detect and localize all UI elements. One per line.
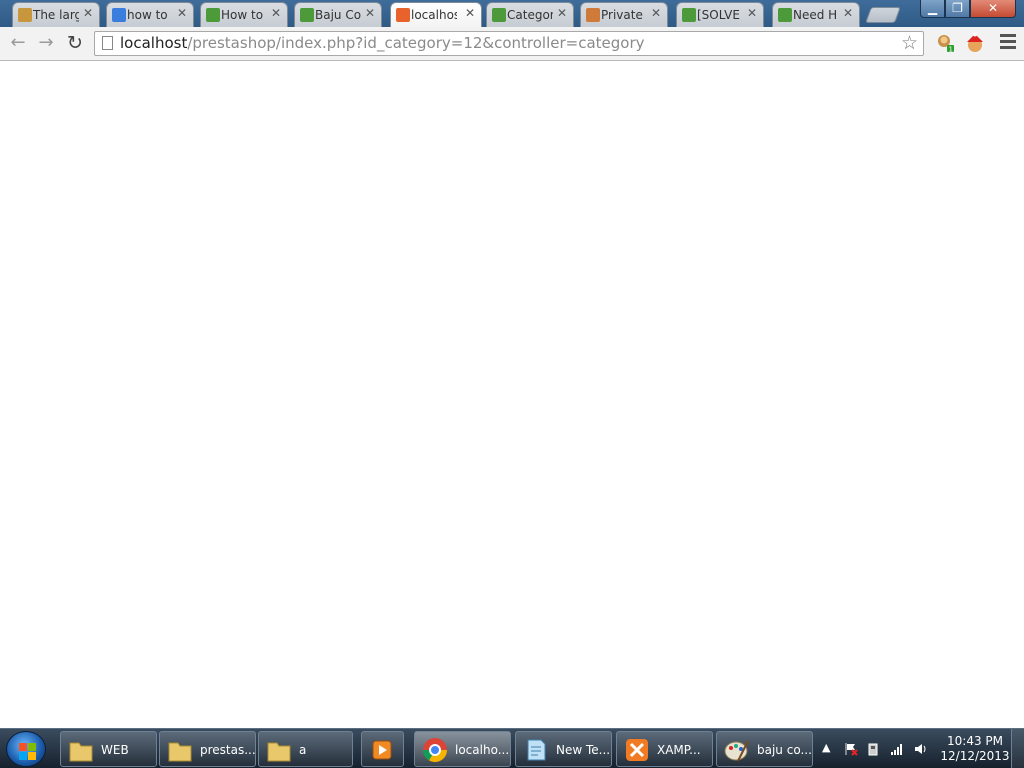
- extension-icon[interactable]: [964, 32, 986, 54]
- paint-icon: [724, 740, 749, 762]
- bookmark-star-icon[interactable]: ☆: [901, 32, 918, 55]
- tab-title: localhos: [411, 8, 457, 22]
- taskbar-item-xampp[interactable]: XAMP...: [616, 731, 713, 767]
- close-icon[interactable]: ✕: [843, 6, 853, 20]
- close-icon[interactable]: ✕: [83, 6, 93, 20]
- svg-text:1: 1: [949, 46, 953, 54]
- prestashop-icon: [300, 8, 314, 22]
- system-tray: ▲ 10:43 PM 12/12/2013: [818, 729, 1024, 768]
- show-hidden-icons-button[interactable]: ▲: [822, 741, 830, 754]
- page-content: [0, 62, 1024, 728]
- taskbar-item-chrome[interactable]: localho...: [414, 731, 511, 767]
- volume-icon[interactable]: [914, 742, 928, 756]
- close-icon[interactable]: ✕: [747, 6, 757, 20]
- taskbar-label: a: [299, 743, 307, 757]
- screen: The larg ✕ how to ✕ How to ✕ Baju Co ✕ l…: [0, 0, 1024, 768]
- back-button[interactable]: ←: [5, 31, 31, 55]
- taskbar-label: prestas...: [200, 743, 256, 757]
- taskbar-label: baju co...: [757, 743, 812, 757]
- prestashop-icon: [682, 8, 696, 22]
- tab-5[interactable]: Categor ✕: [486, 2, 574, 27]
- taskbar-label: New Te...: [556, 743, 611, 757]
- media-player-icon: [372, 740, 392, 760]
- cross-icon: [586, 8, 600, 22]
- show-desktop-button[interactable]: [1011, 729, 1024, 768]
- tab-title: Need H: [793, 8, 838, 22]
- clock-date: 12/12/2013: [940, 749, 1010, 763]
- tab-title: [SOLVE: [697, 8, 740, 22]
- taskbar-label: WEB: [101, 743, 129, 757]
- tab-title: Private: [601, 8, 643, 22]
- tab-4-active[interactable]: localhos ✕: [390, 2, 482, 27]
- tab-0[interactable]: The larg ✕: [12, 2, 100, 27]
- reload-button[interactable]: ↻: [62, 31, 88, 55]
- xampp-icon: [626, 739, 648, 761]
- clock-time: 10:43 PM: [947, 734, 1003, 748]
- tab-3[interactable]: Baju Co ✕: [294, 2, 382, 27]
- xampp-icon: [396, 8, 410, 22]
- folder-icon: [168, 742, 192, 762]
- taskbar-label: localho...: [455, 743, 510, 757]
- chrome-icon: [423, 738, 447, 763]
- clock[interactable]: 10:43 PM 12/12/2013: [940, 734, 1010, 764]
- prestashop-icon: [778, 8, 792, 22]
- maximize-button[interactable]: ❐: [945, 0, 970, 18]
- folder-icon: [69, 742, 93, 762]
- tab-title: Baju Co: [315, 8, 361, 22]
- tab-title: how to: [127, 8, 168, 22]
- close-window-button[interactable]: ✕: [970, 0, 1016, 18]
- tab-title: The larg: [33, 8, 79, 22]
- close-icon[interactable]: ✕: [271, 6, 281, 20]
- extension-icon[interactable]: 1: [934, 32, 956, 54]
- windows-logo-icon: [19, 743, 27, 751]
- browser-toolbar: ← → ↻ localhost/prestashop/index.php?id_…: [0, 27, 1024, 61]
- menu-icon[interactable]: [1000, 34, 1016, 52]
- taskbar-item-notepad[interactable]: New Te...: [515, 731, 612, 767]
- taskbar-item-web[interactable]: WEB: [60, 731, 157, 767]
- close-icon[interactable]: ✕: [557, 6, 567, 20]
- notepad-icon: [527, 739, 546, 761]
- action-center-flag-icon[interactable]: [844, 742, 858, 756]
- tab-title: How to: [221, 8, 264, 22]
- minimize-button[interactable]: ▁: [920, 0, 945, 18]
- close-icon[interactable]: ✕: [365, 6, 375, 20]
- new-tab-button[interactable]: [865, 7, 901, 23]
- prestashop-icon: [492, 8, 506, 22]
- forward-button[interactable]: →: [33, 31, 59, 55]
- folder-icon: [267, 742, 291, 762]
- tab-strip: The larg ✕ how to ✕ How to ✕ Baju Co ✕ l…: [0, 0, 1024, 27]
- taskbar-item-prestashop[interactable]: prestas...: [159, 731, 256, 767]
- url-path: /prestashop/index.php?id_category=12&con…: [187, 34, 645, 52]
- tab-1[interactable]: how to ✕: [106, 2, 194, 27]
- google-icon: [112, 8, 126, 22]
- start-button[interactable]: [6, 731, 46, 767]
- url-host: localhost: [120, 34, 188, 52]
- taskbar-item-media-player[interactable]: [361, 731, 404, 767]
- taskbar-label: XAMP...: [657, 743, 701, 757]
- tab-title: Categor: [507, 8, 553, 22]
- usb-device-icon[interactable]: [866, 742, 880, 756]
- taskbar-item-paint[interactable]: baju co...: [716, 731, 813, 767]
- tab-8[interactable]: Need H ✕: [772, 2, 860, 27]
- prestashop-icon: [206, 8, 220, 22]
- page-icon: [102, 36, 113, 50]
- taskbar: WEB prestas... a localho... New Te... XA…: [0, 728, 1024, 768]
- tab-7[interactable]: [SOLVE ✕: [676, 2, 764, 27]
- network-signal-icon[interactable]: [890, 742, 904, 756]
- tiger-icon: [18, 8, 32, 22]
- close-icon[interactable]: ✕: [177, 6, 187, 20]
- tab-6[interactable]: Private ✕: [580, 2, 668, 27]
- close-icon[interactable]: ✕: [465, 6, 475, 20]
- close-icon[interactable]: ✕: [651, 6, 661, 20]
- tab-2[interactable]: How to ✕: [200, 2, 288, 27]
- taskbar-item-a[interactable]: a: [258, 731, 353, 767]
- address-bar[interactable]: localhost/prestashop/index.php?id_catego…: [94, 31, 924, 56]
